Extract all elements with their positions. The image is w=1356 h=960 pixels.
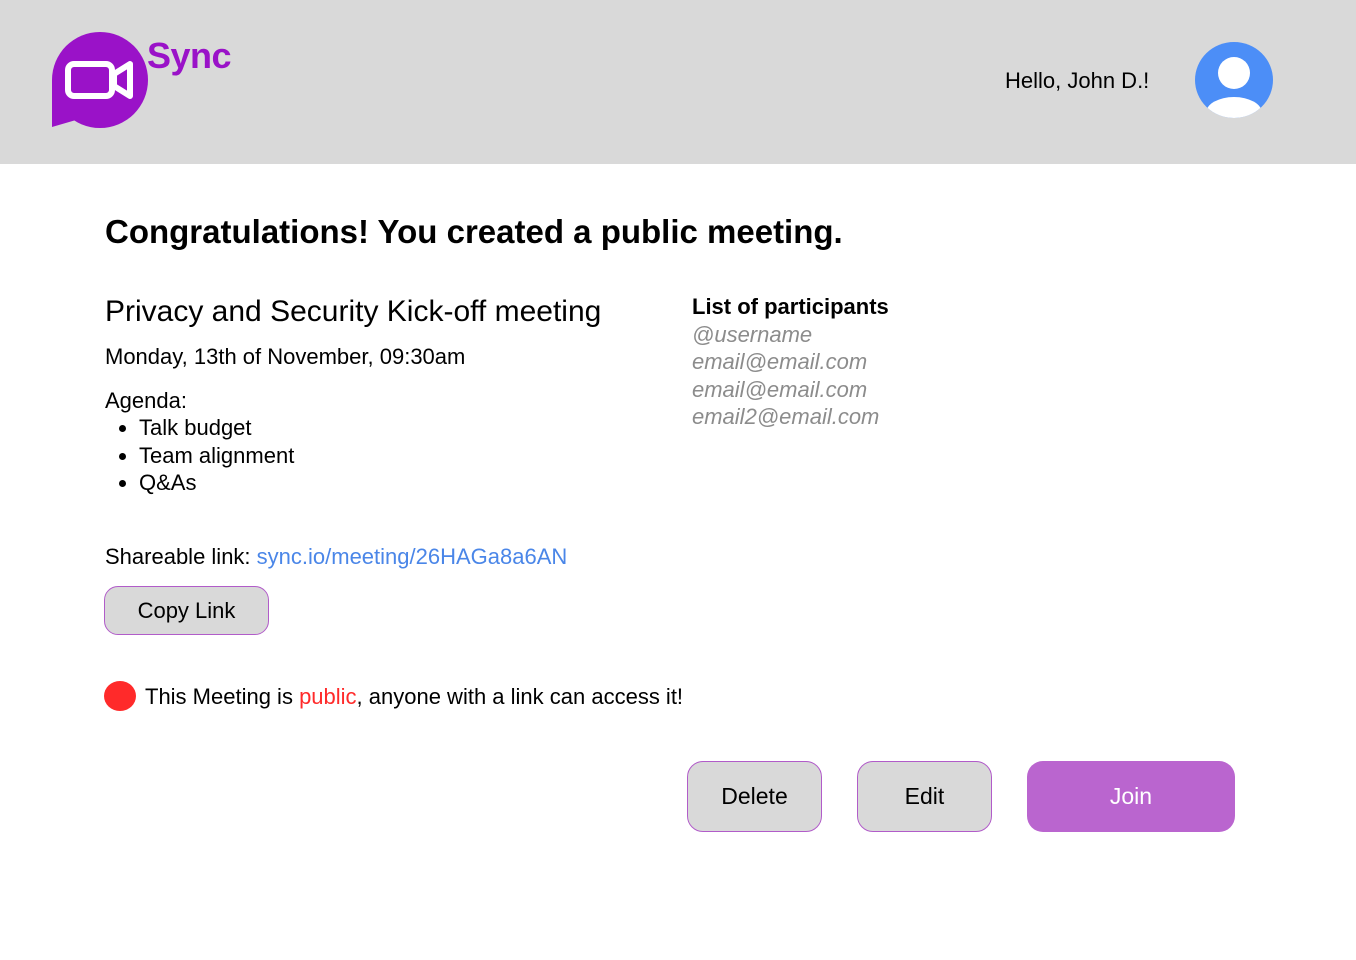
participant-item: email@email.com: [692, 376, 868, 402]
public-notice: This Meeting is public, anyone with a li…: [145, 683, 683, 711]
notice-public-word: public: [299, 684, 357, 709]
edit-button[interactable]: Edit: [857, 761, 992, 832]
participant-item: email@email.com: [692, 349, 868, 375]
app-header: Sync Hello, John D.!: [0, 0, 1356, 164]
meeting-date: Monday, 13th of November, 09:30am: [105, 344, 466, 369]
notice-text-after: , anyone with a link can access it!: [356, 684, 684, 709]
meeting-title: Privacy and Security Kick-off meeting: [105, 295, 602, 328]
agenda-list: Talk budget Team alignment Q&As: [105, 414, 294, 497]
copy-link-button[interactable]: Copy Link: [104, 586, 269, 635]
shareable-link-row: Shareable link: sync.io/meeting/26HAGa8a…: [105, 543, 567, 571]
join-button[interactable]: Join: [1027, 761, 1235, 832]
page-title: Congratulations! You created a public me…: [105, 213, 843, 250]
agenda-label: Agenda:: [105, 388, 187, 413]
participant-item: @username: [692, 322, 813, 347]
shareable-link[interactable]: sync.io/meeting/26HAGa8a6AN: [257, 544, 568, 569]
agenda-item: Q&As: [139, 469, 294, 497]
participants-title: List of participants: [692, 294, 889, 319]
agenda-item: Talk budget: [139, 414, 294, 442]
notice-text-before: This Meeting is: [145, 684, 300, 709]
public-status-dot-icon: [104, 681, 136, 711]
participant-item: email2@email.com: [692, 403, 880, 429]
delete-button[interactable]: Delete: [687, 761, 822, 832]
user-avatar-icon[interactable]: [1194, 41, 1274, 119]
brand-name: Sync: [147, 35, 232, 76]
shareable-link-label: Shareable link:: [105, 544, 257, 569]
user-greeting: Hello, John D.!: [1005, 68, 1150, 93]
participants-list: List of participants @username email@ema…: [692, 293, 889, 430]
agenda-item: Team alignment: [139, 442, 294, 470]
